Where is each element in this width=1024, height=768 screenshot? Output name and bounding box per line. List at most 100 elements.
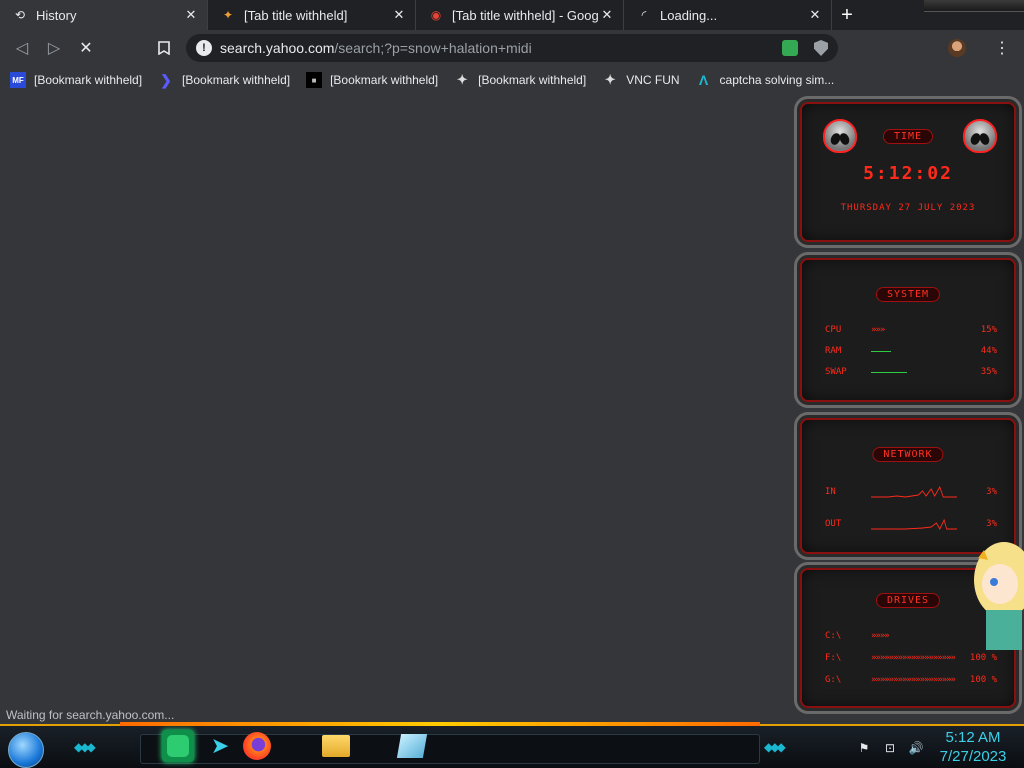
tab-close-button[interactable]: ✕ (391, 7, 407, 23)
network-in-row: IN 3% (825, 485, 997, 499)
bookmark-favicon-icon: Λ (698, 72, 709, 88)
chevron-decoration-icon: ◆◆◆ (74, 740, 96, 754)
row-label: SWAP (825, 367, 847, 377)
profile-avatar[interactable] (948, 39, 966, 57)
widget-title: TIME (882, 129, 934, 144)
extension-green-icon[interactable] (782, 40, 798, 56)
bookmark-page-button[interactable] (148, 32, 180, 64)
widget-title: DRIVES (875, 593, 941, 608)
bookmark-label: [Bookmark withheld] (182, 73, 291, 87)
firefox-icon (243, 732, 271, 760)
cartoon-character-sticker (974, 542, 1024, 650)
start-button[interactable] (8, 732, 44, 768)
volume-icon[interactable]: 🔊 (908, 740, 924, 756)
network-icon[interactable]: ⊡ (882, 740, 898, 756)
bookmark-4[interactable]: ✦ [Bookmark withheld] (454, 72, 587, 88)
new-tab-button[interactable]: + (832, 0, 862, 30)
history-icon: ⟲ (14, 8, 26, 22)
widget-title: NETWORK (872, 447, 944, 462)
swap-bar (871, 371, 957, 373)
taskbar-app-firefox[interactable] (241, 730, 273, 762)
tab-3[interactable]: ◉ [Tab title withheld] - Google Se ✕ (416, 0, 624, 30)
bird-app-icon: ➤ (210, 733, 230, 758)
tab-title: [Tab title withheld] - Google Se (452, 7, 599, 23)
browser-menu-button[interactable]: ⋮ (992, 36, 1012, 60)
stop-button[interactable]: ✕ (70, 32, 102, 64)
back-button[interactable]: ◁ (6, 32, 38, 64)
address-bar[interactable]: ! search.yahoo.com /search;?p=snow+halat… (186, 34, 838, 62)
taskbar-app-green-chat[interactable] (162, 730, 194, 762)
bookmark-favicon-icon: MF (10, 72, 26, 88)
tab-close-button[interactable]: ✕ (807, 7, 823, 23)
bookmark-captcha[interactable]: Λ captcha solving sim... (696, 72, 835, 88)
bookmark-label: VNC FUN (626, 73, 680, 87)
tab-title: History (36, 7, 77, 23)
drive-g-bar: »»»»»»»»»»»»»»»»»»» (871, 675, 956, 685)
bookmark-2[interactable]: ❯ [Bookmark withheld] (158, 72, 290, 88)
taskbar-app-glass[interactable] (396, 730, 428, 762)
taskbar-glow (120, 722, 760, 726)
cpu-row: CPU »»» 15% (825, 325, 997, 335)
bookmark-icon (158, 41, 170, 55)
row-label: G:\ (825, 675, 842, 685)
taskbar-app-file-explorer[interactable] (320, 730, 352, 762)
row-value: 44% (980, 346, 997, 356)
bookmark-favicon-icon: ❯ (160, 71, 172, 88)
chevron-decoration-icon: ◆◆◆ (764, 740, 786, 754)
bookmark-favicon-icon: ✦ (604, 72, 616, 87)
drive-f-bar: »»»»»»»»»»»»»»»»»»» (871, 653, 956, 663)
drive-g-row: G:\ »»»»»»»»»»»»»»»»»»» 100 % (825, 675, 997, 685)
site-info-icon[interactable]: ! (196, 40, 212, 56)
taskbar-app-bird[interactable]: ➤ (204, 730, 236, 762)
bookmarks-bar: MF [Bookmark withheld] ❯ [Bookmark withh… (0, 66, 1024, 94)
shield-icon[interactable] (814, 40, 828, 56)
taskbar-clock[interactable]: 5:12 AM 7/27/2023 (930, 728, 1016, 766)
network-in-graph (871, 485, 957, 499)
bookmark-3[interactable]: ■ [Bookmark withheld] (306, 72, 438, 88)
bookmark-vnc-fun[interactable]: ✦ VNC FUN (602, 72, 680, 88)
glass-app-icon (396, 734, 428, 758)
tab-strip: ⟲ History ✕ ✦ [Tab title withheld] ✕ ◉ [… (0, 0, 1024, 30)
tab-title: Loading... (660, 7, 718, 23)
widget-clock: 5:12:02 (863, 163, 953, 184)
cpu-bar: »»» (871, 325, 885, 335)
extension-icons (782, 40, 828, 56)
widget-title: SYSTEM (875, 287, 941, 302)
google-favicon-icon: ◉ (430, 8, 442, 22)
row-label: CPU (825, 325, 842, 335)
bookmark-label: captcha solving sim... (719, 73, 835, 87)
taskbar: ◆◆◆ ➤ ◆◆◆ ⚑ ⊡ 🔊 5:12 AM 7/27/2023 (0, 722, 1024, 768)
tab-close-button[interactable]: ✕ (183, 7, 199, 23)
bookmark-label: [Bookmark withheld] (330, 73, 439, 87)
ram-bar (871, 350, 957, 352)
row-label: F:\ (825, 653, 842, 663)
tab-close-button[interactable]: ✕ (599, 7, 615, 23)
forward-button[interactable]: ▷ (38, 32, 70, 64)
tab-title: [Tab title withheld] (244, 7, 348, 23)
browser-toolbar: ◁ ▷ ✕ ! search.yahoo.com /search;?p=snow… (0, 30, 1024, 66)
row-label: OUT (825, 519, 842, 529)
row-value: 3% (986, 487, 997, 497)
tab-loading[interactable]: ◜ Loading... ✕ (624, 0, 832, 30)
titlebar-ornament (924, 0, 1024, 12)
tab-2[interactable]: ✦ [Tab title withheld] ✕ (208, 0, 416, 30)
row-value: 35% (980, 367, 997, 377)
url-host: search.yahoo.com (220, 40, 335, 56)
swap-row: SWAP 35% (825, 367, 997, 377)
bookmark-1[interactable]: MF [Bookmark withheld] (10, 72, 142, 88)
clock-time: 5:12 AM (945, 729, 1001, 746)
network-out-row: OUT 3% (825, 517, 997, 531)
row-value: 15% (980, 325, 997, 335)
flag-icon[interactable]: ⚑ (856, 740, 872, 756)
ram-row: RAM 44% (825, 346, 997, 356)
network-out-graph (871, 517, 957, 531)
system-widget: SYSTEM CPU »»» 15% RAM 44% SWAP 35% (794, 252, 1022, 408)
time-widget: TIME 5:12:02 THURSDAY 27 JULY 2023 (794, 96, 1022, 248)
bookmark-favicon-icon: ✦ (456, 72, 468, 87)
tab-history[interactable]: ⟲ History ✕ (0, 0, 208, 30)
system-tray: ⚑ ⊡ 🔊 (856, 740, 924, 756)
site-favicon-icon: ✦ (222, 8, 234, 22)
bookmark-label: [Bookmark withheld] (478, 73, 587, 87)
row-value: 100 % (969, 675, 997, 685)
loading-spinner-icon: ◜ (641, 8, 647, 22)
